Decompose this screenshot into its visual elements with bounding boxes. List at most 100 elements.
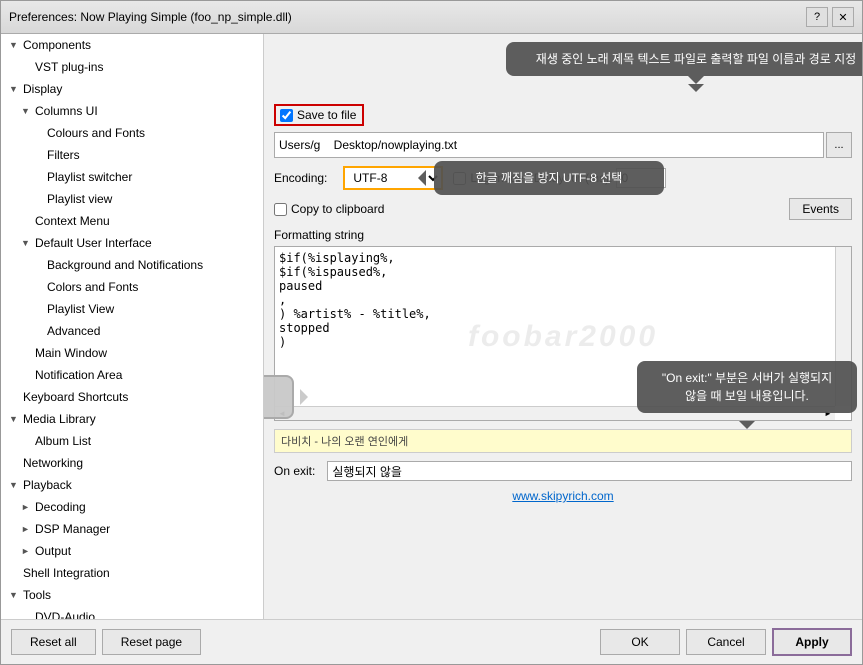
tree-item-keyboard-shortcuts[interactable]: Keyboard Shortcuts xyxy=(1,386,263,408)
tree-item-components[interactable]: ▼ Components xyxy=(1,34,263,56)
tree-label: Colors and Fonts xyxy=(47,278,138,296)
expand-icon: ▼ xyxy=(9,476,21,494)
clipboard-row: Copy to clipboard Events xyxy=(274,198,852,220)
on-exit-row: On exit: "On exit:" 부분은 서버가 실행되지 않을 때 보일… xyxy=(274,461,852,481)
tree-item-media-library[interactable]: ▼ Media Library xyxy=(1,408,263,430)
apply-button[interactable]: Apply xyxy=(772,628,852,656)
tree-item-tools[interactable]: ▼ Tools xyxy=(1,584,263,606)
status-bar: 다비치 - 나의 오랜 연인에게 xyxy=(274,429,852,453)
tree-label: Tools xyxy=(23,586,51,604)
dialog-title: Preferences: Now Playing Simple (foo_np_… xyxy=(9,10,292,24)
tree-label: Media Library xyxy=(23,410,96,428)
cancel-button[interactable]: Cancel xyxy=(686,629,766,655)
tree-label: Output xyxy=(35,542,71,560)
expand-icon: ► xyxy=(21,520,33,538)
tree-label: DSP Manager xyxy=(35,520,110,538)
expand-icon: ▼ xyxy=(9,80,21,98)
callout-on-exit: "On exit:" 부분은 서버가 실행되지 않을 때 보일 내용입니다. xyxy=(637,361,857,413)
save-to-file-label[interactable]: Save to file xyxy=(274,104,364,126)
main-panel: 재생 중인 노래 제목 텍스트 파일로 출력할 파일 이름과 경로 지정 Sav… xyxy=(264,34,862,619)
callout-filepath: 재생 중인 노래 제목 텍스트 파일로 출력할 파일 이름과 경로 지정 xyxy=(506,42,862,76)
content-area: ▼ Components VST plug-ins ▼ Display ▼ Co… xyxy=(1,34,862,619)
tree-label: Components xyxy=(23,36,91,54)
browse-button[interactable]: ... xyxy=(826,132,852,158)
tree-label: Playlist switcher xyxy=(47,168,132,186)
tree-label: Keyboard Shortcuts xyxy=(23,388,128,406)
bottom-left-buttons: Reset all Reset page xyxy=(11,629,594,655)
website-link[interactable]: www.skipyrich.com xyxy=(512,489,613,503)
save-to-file-checkbox[interactable] xyxy=(280,109,293,122)
preferences-dialog: Preferences: Now Playing Simple (foo_np_… xyxy=(0,0,863,665)
reset-all-button[interactable]: Reset all xyxy=(11,629,96,655)
expand-icon: ▼ xyxy=(9,410,21,428)
close-button[interactable]: ✕ xyxy=(832,7,854,27)
tree-item-context-menu[interactable]: Context Menu xyxy=(1,210,263,232)
tree-label: Display xyxy=(23,80,62,98)
tree-item-colours-fonts[interactable]: Colours and Fonts xyxy=(1,122,263,144)
tree-item-output[interactable]: ► Output xyxy=(1,540,263,562)
expand-icon: ▼ xyxy=(9,586,21,604)
tree-item-main-window[interactable]: Main Window xyxy=(1,342,263,364)
tree-label: Advanced xyxy=(47,322,100,340)
tree-item-filters[interactable]: Filters xyxy=(1,144,263,166)
tree-item-dvd-audio[interactable]: DVD-Audio xyxy=(1,606,263,619)
sidebar: ▼ Components VST plug-ins ▼ Display ▼ Co… xyxy=(1,34,264,619)
reset-page-button[interactable]: Reset page xyxy=(102,629,201,655)
expand-icon: ► xyxy=(21,542,33,560)
tree-item-playback[interactable]: ▼ Playback xyxy=(1,474,263,496)
expand-icon: ▼ xyxy=(9,36,21,54)
tree-item-advanced[interactable]: Advanced xyxy=(1,320,263,342)
expand-icon: ▼ xyxy=(21,102,33,120)
tree-item-playlist-switcher[interactable]: Playlist switcher xyxy=(1,166,263,188)
expand-icon: ► xyxy=(21,498,33,516)
ok-button[interactable]: OK xyxy=(600,629,680,655)
tree-item-vst[interactable]: VST plug-ins xyxy=(1,56,263,78)
copy-clipboard-label[interactable]: Copy to clipboard xyxy=(274,202,384,216)
tree-label: Columns UI xyxy=(35,102,98,120)
bottom-bar: Reset all Reset page OK Cancel Apply xyxy=(1,619,862,664)
tree-label: Background and Notifications xyxy=(47,256,203,274)
tree-label: Filters xyxy=(47,146,80,164)
title-bar: Preferences: Now Playing Simple (foo_np_… xyxy=(1,1,862,34)
events-button[interactable]: Events xyxy=(789,198,852,220)
tree-label: DVD-Audio xyxy=(35,608,95,619)
tree-item-notification-area[interactable]: Notification Area xyxy=(1,364,263,386)
callout-now-playing: Now Playing Simple xyxy=(264,375,294,419)
tree-item-dsp-manager[interactable]: ► DSP Manager xyxy=(1,518,263,540)
tree-item-playlist-view2[interactable]: Playlist View xyxy=(1,298,263,320)
file-path-row: ... xyxy=(274,132,852,158)
tree-item-bg-notifications[interactable]: Background and Notifications xyxy=(1,254,263,276)
expand-icon: ▼ xyxy=(21,234,33,252)
tree-label: VST plug-ins xyxy=(35,58,103,76)
copy-clipboard-checkbox[interactable] xyxy=(274,203,287,216)
save-to-file-section: Save to file ... Encoding: UTF-8 UTF-16 … xyxy=(274,104,852,503)
tree-item-decoding[interactable]: ► Decoding xyxy=(1,496,263,518)
tree-item-album-list[interactable]: Album List xyxy=(1,430,263,452)
tree-label: Context Menu xyxy=(35,212,110,230)
tree-label: Playlist view xyxy=(47,190,112,208)
on-exit-label: On exit: xyxy=(274,464,315,478)
tree-label: Notification Area xyxy=(35,366,122,384)
tree-label: Playlist View xyxy=(47,300,114,318)
tree-label: Default User Interface xyxy=(35,234,152,252)
tree-label: Colours and Fonts xyxy=(47,124,145,142)
tree-item-playlist-view[interactable]: Playlist view xyxy=(1,188,263,210)
tree-item-colors-fonts[interactable]: Colors and Fonts xyxy=(1,276,263,298)
tree-label: Album List xyxy=(35,432,91,450)
tree-item-columnsui[interactable]: ▼ Columns UI xyxy=(1,100,263,122)
tree-item-shell-integration[interactable]: Shell Integration xyxy=(1,562,263,584)
encoding-row: Encoding: UTF-8 UTF-16 ANSI Log mode Del… xyxy=(274,166,852,190)
tree-item-networking[interactable]: Networking xyxy=(1,452,263,474)
tree-label: Decoding xyxy=(35,498,86,516)
tree-item-default-ui[interactable]: ▼ Default User Interface xyxy=(1,232,263,254)
tree-label: Playback xyxy=(23,476,72,494)
tree-label: Networking xyxy=(23,454,83,472)
file-path-input[interactable] xyxy=(274,132,824,158)
tree-label: Main Window xyxy=(35,344,107,362)
encoding-select[interactable]: UTF-8 UTF-16 ANSI xyxy=(343,166,443,190)
on-exit-input[interactable] xyxy=(327,461,852,481)
formatting-label: Formatting string xyxy=(274,228,852,242)
tree-item-display[interactable]: ▼ Display xyxy=(1,78,263,100)
help-button[interactable]: ? xyxy=(806,7,828,27)
encoding-label: Encoding: xyxy=(274,171,327,185)
